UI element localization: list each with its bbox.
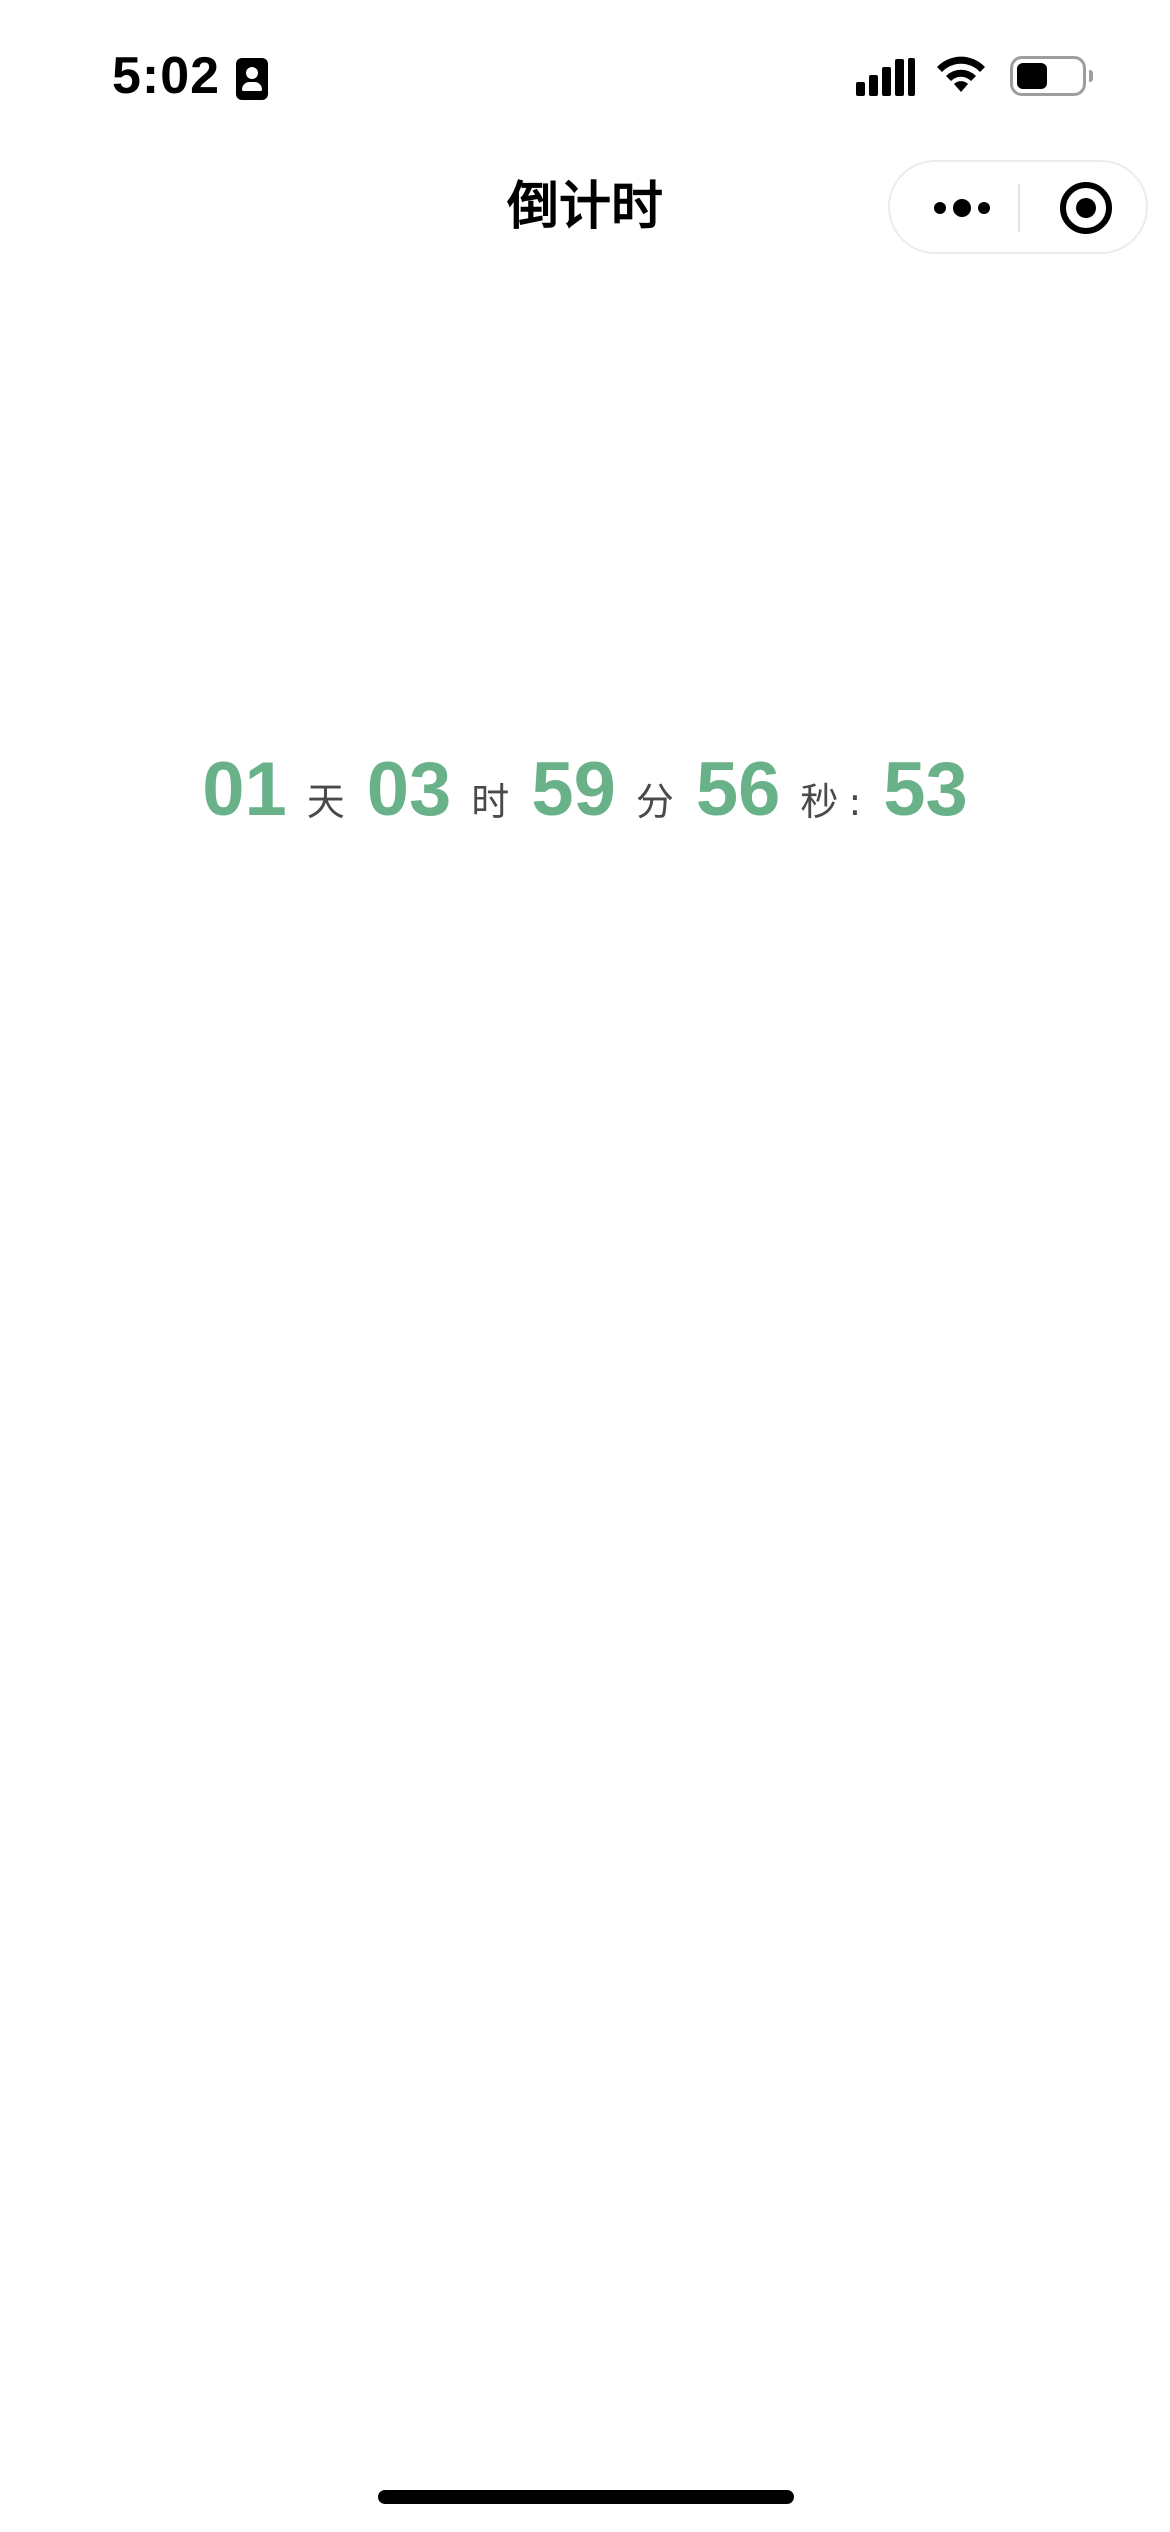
days-unit-label: 天	[306, 780, 345, 824]
close-mini-program-icon[interactable]	[1058, 180, 1114, 236]
minutes-unit-label: 分	[635, 780, 674, 824]
more-icon[interactable]	[930, 190, 994, 226]
wifi-icon	[937, 56, 985, 92]
battery-level	[1017, 63, 1047, 89]
status-bar: 5:02	[0, 0, 1170, 150]
countdown-hours: 03	[366, 747, 452, 832]
battery-icon	[1010, 56, 1093, 96]
countdown-days: 01	[202, 747, 287, 832]
mini-program-capsule	[888, 160, 1148, 254]
seconds-unit-label: 秒	[800, 780, 839, 824]
hours-unit-label: 时	[471, 780, 510, 824]
home-indicator[interactable]	[378, 2490, 794, 2504]
contact-card-icon	[236, 58, 268, 100]
status-time: 5:02	[112, 47, 221, 105]
countdown-seconds: 56	[695, 747, 781, 832]
countdown-minutes: 59	[531, 747, 616, 832]
cellular-signal-icon	[856, 58, 915, 96]
countdown-display: 01 天 03 时 59 分 56 秒 : 53	[0, 740, 1170, 850]
countdown-milliseconds: 53	[883, 747, 968, 832]
capsule-divider	[1018, 184, 1020, 232]
countdown-separator: :	[848, 780, 862, 824]
